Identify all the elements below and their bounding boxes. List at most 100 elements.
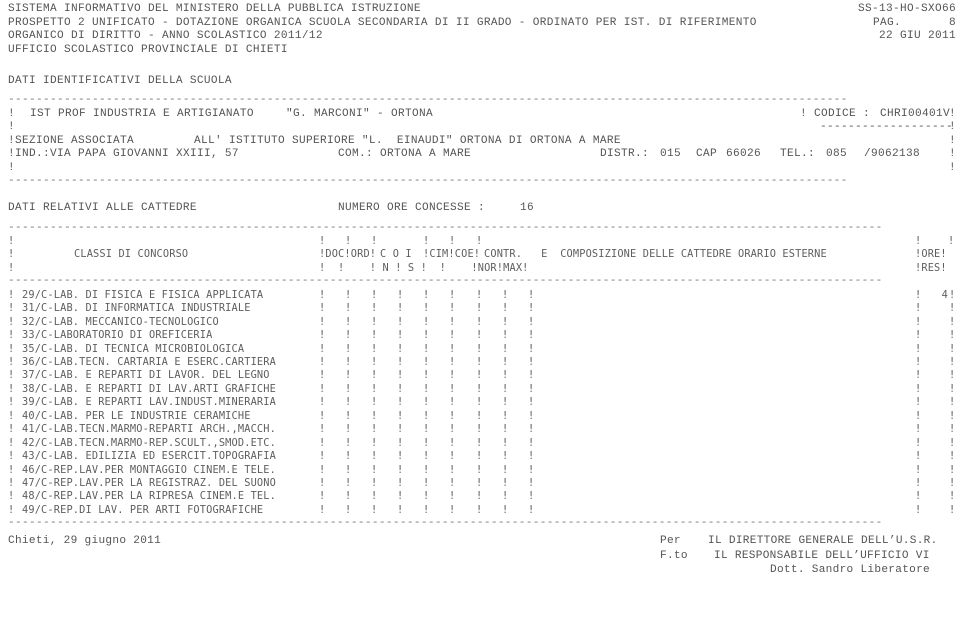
table-header-row-sub: ! ! ! ! N ! S ! ! !NOR!MAX! !RES! (8, 262, 960, 275)
row-bar-left: ! (8, 463, 15, 476)
system-title: SISTEMA INFORMATIVO DEL MINISTERO DELLA … (8, 3, 421, 15)
row-res-bar: ! (949, 342, 956, 355)
table-rule-bottom-wrap: ----------------------------------------… (0, 517, 960, 531)
table-row[interactable]: ! 29/C-LAB. DI FISICA E FISICA APPLICATA!… (8, 289, 960, 302)
row-cell-separator-8: ! (502, 409, 509, 422)
table-row[interactable]: ! 47/C-REP.LAV.PER LA REGISTRAZ. DEL SUON… (8, 477, 960, 490)
row-cell-separator-9: ! (528, 369, 535, 382)
row-cell-separator-7: ! (476, 450, 483, 463)
hdr-tick-coe: ! (449, 235, 456, 247)
row-classe-di-concorso: 36/C-LAB.TECN. CARTARIA E ESERC.CARTIERA (22, 356, 276, 368)
row-classe-di-concorso: 39/C-LAB. E REPARTI LAV.INDUST.MINERARIA (22, 396, 276, 409)
row-cell-separator-3: ! (371, 463, 378, 476)
row-cell-separator-2: ! (345, 288, 352, 301)
row-ore-bar: ! (915, 409, 922, 422)
table-row[interactable]: ! 35/C-LAB. DI TECNICA MICROBIOLOGICA!!!!… (8, 343, 960, 356)
row-cell-separator-9: ! (528, 463, 535, 476)
table-row[interactable]: ! 31/C-LAB. DI INFORMATICA INDUSTRIALE!!!… (8, 302, 960, 315)
row-cell-separator-6: ! (449, 382, 456, 395)
row-ore-bar: ! (915, 369, 922, 382)
hdr-tick-ore: ! (915, 235, 922, 247)
associated-section-row: !SEZIONE ASSOCIATA ALL' ISTITUTO SUPERIO… (8, 135, 960, 149)
row-cell-separator-6: ! (449, 436, 456, 449)
row-bar-right: ! (949, 148, 956, 160)
row-ore-bar: ! (915, 450, 922, 463)
row-bar-left: ! (8, 315, 15, 328)
footer-line-fto: F.to IL RESPONSABILE DELL’UFFICIO VI (660, 549, 929, 564)
table-row[interactable]: ! 33/C-LABORATORIO DI OREFICERIA!!!!!!!!!… (8, 329, 960, 342)
row-cell-separator-2: ! (345, 436, 352, 449)
row-bar-right: ! (949, 134, 956, 147)
row-res-bar: ! (949, 409, 956, 422)
header-coi: C O I (380, 248, 412, 261)
footer-line-signer: Dott. Sandro Liberatore (660, 563, 930, 578)
row-cell-separator-3: ! (371, 450, 378, 463)
table-row[interactable]: ! 38/C-LAB. E REPARTI DI LAV.ARTI GRAFICH… (8, 383, 960, 396)
table-row[interactable]: ! 36/C-LAB.TECN. CARTARIA E ESERC.CARTIER… (8, 356, 960, 369)
address-value: VIA PAPA GIOVANNI XXIII, 57 (50, 148, 239, 160)
row-bar-left: ! (8, 409, 15, 422)
signature-block: Per IL DIRETTORE GENERALE DELL’U.S.R. F.… (660, 534, 937, 578)
row-cell-separator-5: ! (423, 329, 430, 342)
table-row[interactable]: ! 46/C-REP.LAV.PER MONTAGGIO CINEM.E TELE… (8, 464, 960, 477)
row-cell-separator-4: ! (397, 315, 404, 328)
codice-value: CHRI00401V (880, 107, 950, 120)
row-cell-separator-6: ! (449, 342, 456, 355)
row-cell-separator-9: ! (528, 503, 535, 516)
row-cell-separator-6: ! (449, 315, 456, 328)
row-cell-separator-7: ! (476, 342, 483, 355)
row-cell-separator-9: ! (528, 490, 535, 503)
row-cell-separator-3: ! (371, 396, 378, 409)
row-cell-separator-7: ! (476, 503, 483, 516)
row-cell-separator-4: ! (397, 476, 404, 489)
row-cell-separator-1: ! (319, 396, 326, 409)
row-cell-separator-3: ! (371, 288, 378, 301)
tel-value: /9062138 (864, 148, 920, 160)
table-row[interactable]: ! 48/C-REP.LAV.PER LA RIPRESA CINEM.E TEL… (8, 490, 960, 503)
row-cell-separator-2: ! (345, 302, 352, 315)
table-row[interactable]: ! 41/C-LAB.TECN.MARMO-REPARTI ARCH.,MACCH… (8, 423, 960, 436)
school-year: ORGANICO DI DIRITTO - ANNO SCOLASTICO 20… (8, 30, 323, 42)
row-cell-separator-5: ! (423, 450, 430, 463)
table-row[interactable]: ! 32/C-LAB. MECCANICO-TECNOLOGICO!!!!!!!!… (8, 316, 960, 329)
row-cell-separator-9: ! (528, 329, 535, 342)
table-rule-top: ----------------------------------------… (8, 221, 883, 234)
row-res-bar: ! (949, 302, 956, 315)
row-cell-separator-7: ! (476, 382, 483, 395)
row-cell-separator-1: ! (319, 463, 326, 476)
row-classe-di-concorso: 38/C-LAB. E REPARTI DI LAV.ARTI GRAFICHE (22, 382, 276, 395)
cattedre-section: DATI RELATIVI ALLE CATTEDRE NUMERO ORE C… (0, 202, 960, 235)
row-cell-separator-4: ! (397, 302, 404, 315)
table-row[interactable]: ! 42/C-LAB.TECN.MARMO-REP.SCULT.,SMOD.ETC… (8, 437, 960, 450)
row-cell-separator-7: ! (476, 396, 483, 409)
print-date: 22 GIU 2011 (879, 30, 956, 42)
row-cell-separator-8: ! (502, 503, 509, 516)
row-cell-separator-4: ! (397, 329, 404, 342)
row-cell-separator-1: ! (319, 288, 326, 301)
table-row[interactable]: ! 43/C-LAB. EDILIZIA ED ESERCIT.TOPOGRAFI… (8, 450, 960, 463)
row-classe-di-concorso: 31/C-LAB. DI INFORMATICA INDUSTRIALE (22, 302, 251, 315)
row-cell-separator-6: ! (449, 396, 456, 409)
blank-framed-row: ! ! (8, 162, 960, 176)
row-ore-bar: ! (915, 423, 922, 436)
table-row[interactable]: ! 40/C-LAB. PER LE INDUSTRIE CERAMICHE!!!… (8, 410, 960, 423)
row-cell-separator-4: ! (397, 503, 404, 516)
row-cell-separator-9: ! (528, 302, 535, 315)
table-row[interactable]: ! 49/C-REP.DI LAV. PER ARTI FOTOGRAFICHE!… (8, 504, 960, 517)
header-contr-composizione: CONTR. E COMPOSIZIONE DELLE CATTEDRE ORA… (484, 248, 827, 261)
table-header-row-labels: ! CLASSI DI CONCORSO !DOC!ORD! C O I !CI… (8, 248, 960, 261)
row-cell-separator-5: ! (423, 436, 430, 449)
table-row[interactable]: ! 39/C-LAB. E REPARTI LAV.INDUST.MINERARI… (8, 396, 960, 409)
school-name-row: ! IST PROF INDUSTRIA E ARTIGIANATO "G. M… (8, 108, 960, 122)
row-res-bar: ! (949, 490, 956, 503)
cap-value: 66026 (726, 148, 761, 160)
row-cell-separator-5: ! (423, 342, 430, 355)
row-cell-separator-9: ! (528, 436, 535, 449)
row-cell-separator-6: ! (449, 423, 456, 436)
row-cell-separator-6: ! (449, 356, 456, 368)
row-cell-separator-9: ! (528, 356, 535, 368)
row-cell-separator-8: ! (502, 490, 509, 503)
table-row[interactable]: ! 37/C-LAB. E REPARTI DI LAVOR. DEL LEGNO… (8, 369, 960, 382)
row-res-bar: ! (949, 463, 956, 476)
row-cell-separator-5: ! (423, 503, 430, 516)
